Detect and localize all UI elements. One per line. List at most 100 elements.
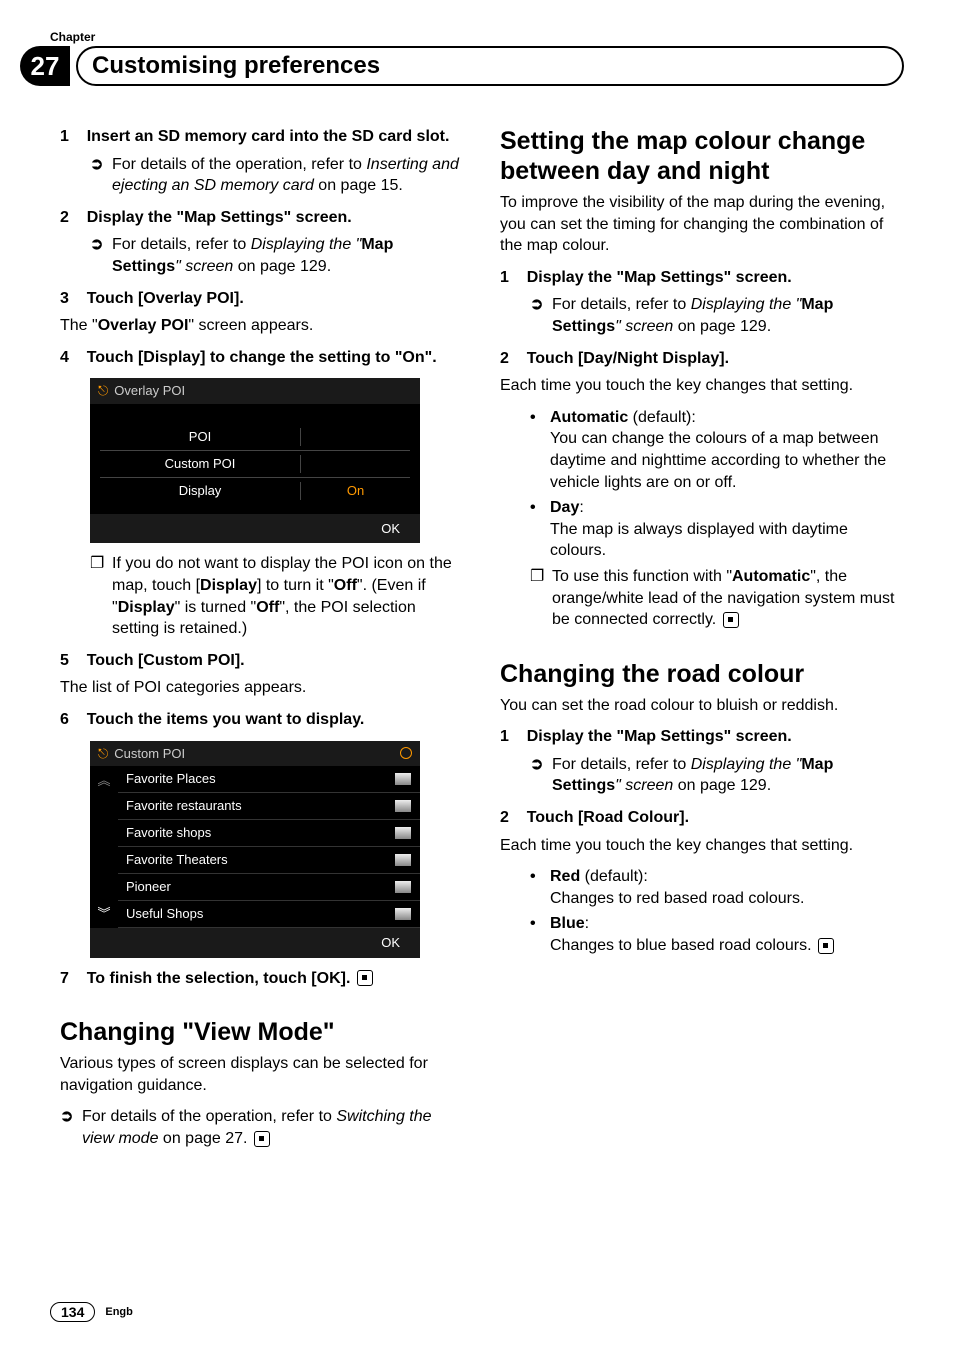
bullet-text: Red (default): Changes to red based road… bbox=[550, 866, 900, 909]
section-end-icon bbox=[357, 970, 373, 986]
text: on page 129. bbox=[673, 777, 771, 794]
text-italic: " screen bbox=[615, 318, 673, 335]
step-3-title: Touch [Overlay POI]. bbox=[87, 290, 244, 307]
text: Changes to blue based road colours. bbox=[550, 937, 812, 954]
rc-step-1: 1 Display the "Map Settings" screen. bbox=[500, 726, 900, 748]
left-column: 1 Insert an SD memory card into the SD c… bbox=[60, 126, 460, 1160]
dn-note: ❐ To use this function with "Automatic",… bbox=[530, 566, 900, 631]
bullet-icon: • bbox=[530, 866, 550, 909]
text: " is turned " bbox=[175, 599, 257, 616]
list-item[interactable]: Pioneer bbox=[118, 874, 420, 901]
checkbox-icon[interactable] bbox=[394, 880, 412, 894]
list-item-label: Favorite shops bbox=[126, 824, 394, 842]
rc-step-2-body: Each time you touch the key changes that… bbox=[500, 835, 900, 857]
note-square-icon: ❐ bbox=[90, 553, 112, 639]
back-icon[interactable]: ⎋ bbox=[98, 382, 108, 400]
checkbox-icon[interactable] bbox=[394, 853, 412, 867]
dn-step-2: 2 Touch [Day/Night Display]. bbox=[500, 348, 900, 370]
back-icon[interactable]: ⎋ bbox=[98, 745, 108, 763]
road-para: You can set the road colour to bluish or… bbox=[500, 695, 900, 717]
reference-arrow-icon: ➲ bbox=[90, 234, 112, 277]
checkbox-icon[interactable] bbox=[394, 799, 412, 813]
text-bold: Automatic bbox=[550, 409, 628, 426]
text: You can change the colours of a map betw… bbox=[550, 430, 886, 490]
text-bold: Day bbox=[550, 499, 579, 516]
step-2-note-text: For details, refer to Displaying the "Ma… bbox=[112, 234, 460, 277]
row-label: Display bbox=[100, 482, 301, 500]
chapter-label: Chapter bbox=[50, 30, 904, 44]
overlay-poi-row-custom[interactable]: Custom POI bbox=[100, 450, 410, 477]
bullet-icon: • bbox=[530, 913, 550, 956]
custom-poi-title: Custom POI bbox=[114, 745, 185, 763]
text: on page 27. bbox=[158, 1130, 247, 1147]
dn-bullet-automatic: • Automatic (default): You can change th… bbox=[530, 407, 900, 493]
custom-poi-screenshot: ⎋ Custom POI ︽ ︾ Favorite Places Favorit… bbox=[90, 741, 420, 958]
list-item-label: Favorite Theaters bbox=[126, 851, 394, 869]
text-bold: Blue bbox=[550, 915, 585, 932]
bullet-icon: • bbox=[530, 497, 550, 562]
overlay-poi-ok-button[interactable]: OK bbox=[90, 514, 420, 544]
step-1-note: ➲ For details of the operation, refer to… bbox=[90, 154, 460, 197]
dn-bullet-list: • Automatic (default): You can change th… bbox=[530, 407, 900, 562]
step-4-note: ❐ If you do not want to display the POI … bbox=[90, 553, 460, 639]
text: For details, refer to bbox=[552, 296, 691, 313]
list-item-label: Pioneer bbox=[126, 878, 394, 896]
view-mode-note: ➲ For details of the operation, refer to… bbox=[60, 1106, 460, 1149]
row-label: POI bbox=[100, 428, 301, 446]
step-3-num: 3 bbox=[60, 290, 69, 307]
scroll-down-icon[interactable]: ︾ bbox=[97, 905, 110, 923]
text-italic: Displaying the " bbox=[691, 296, 802, 313]
page-number: 134 bbox=[50, 1302, 95, 1322]
scroll-up-icon[interactable]: ︽ bbox=[97, 772, 110, 790]
text: For details of the operation, refer to bbox=[82, 1108, 336, 1125]
list-item[interactable]: Favorite Places bbox=[118, 766, 420, 793]
list-item-label: Useful Shops bbox=[126, 905, 394, 923]
scroll-up-down[interactable]: ︽ ︾ bbox=[90, 766, 118, 928]
row-value: On bbox=[301, 482, 410, 500]
dn-step-2-body: Each time you touch the key changes that… bbox=[500, 375, 900, 397]
list-item[interactable]: Favorite restaurants bbox=[118, 793, 420, 820]
custom-poi-title-bar: ⎋ Custom POI bbox=[90, 741, 420, 767]
list-item[interactable]: Useful Shops bbox=[118, 901, 420, 928]
checkbox-icon[interactable] bbox=[394, 772, 412, 786]
text: For details of the operation, refer to bbox=[112, 156, 366, 173]
list-item[interactable]: Favorite Theaters bbox=[118, 847, 420, 874]
step-1: 1 Insert an SD memory card into the SD c… bbox=[60, 126, 460, 148]
checkbox-icon[interactable] bbox=[394, 826, 412, 840]
text-bold: Off bbox=[256, 599, 279, 616]
list-item[interactable]: Favorite shops bbox=[118, 820, 420, 847]
text-italic: " screen bbox=[615, 777, 673, 794]
overlay-poi-title-bar: ⎋ Overlay POI bbox=[90, 378, 420, 404]
text: For details, refer to bbox=[552, 756, 691, 773]
text: on page 15. bbox=[314, 177, 403, 194]
step-2-title: Display the "Map Settings" screen. bbox=[87, 209, 352, 226]
text: The " bbox=[60, 317, 98, 334]
overlay-poi-row-display[interactable]: Display On bbox=[100, 477, 410, 504]
text: : bbox=[579, 499, 583, 516]
checkbox-icon[interactable] bbox=[394, 907, 412, 921]
page-footer: 134 Engb bbox=[50, 1302, 133, 1322]
dn-step-2-title: Touch [Day/Night Display]. bbox=[527, 350, 729, 367]
overlay-poi-row-poi[interactable]: POI bbox=[100, 424, 410, 450]
text: ] to turn it " bbox=[257, 577, 334, 594]
view-mode-note-text: For details of the operation, refer to S… bbox=[82, 1106, 460, 1149]
day-night-para: To improve the visibility of the map dur… bbox=[500, 192, 900, 257]
section-end-icon bbox=[818, 938, 834, 954]
step-5-body: The list of POI categories appears. bbox=[60, 677, 460, 699]
text: on page 129. bbox=[233, 258, 331, 275]
step-7-num: 7 bbox=[60, 970, 69, 987]
custom-poi-ok-button[interactable]: OK bbox=[90, 928, 420, 958]
step-2-note: ➲ For details, refer to Displaying the "… bbox=[90, 234, 460, 277]
rc-step-2-num: 2 bbox=[500, 809, 509, 826]
text: (default): bbox=[580, 868, 648, 885]
heading-view-mode: Changing "View Mode" bbox=[60, 1017, 460, 1047]
dn-step-1-num: 1 bbox=[500, 269, 509, 286]
heading-day-night: Setting the map colour change between da… bbox=[500, 126, 900, 186]
bullet-text: Blue: Changes to blue based road colours… bbox=[550, 913, 900, 956]
text-italic: " screen bbox=[175, 258, 233, 275]
text-bold: Overlay POI bbox=[98, 317, 189, 334]
text: The map is always displayed with daytime… bbox=[550, 521, 848, 560]
dn-step-1-note: ➲ For details, refer to Displaying the "… bbox=[530, 294, 900, 337]
step-5: 5 Touch [Custom POI]. bbox=[60, 650, 460, 672]
bullet-text: Automatic (default): You can change the … bbox=[550, 407, 900, 493]
